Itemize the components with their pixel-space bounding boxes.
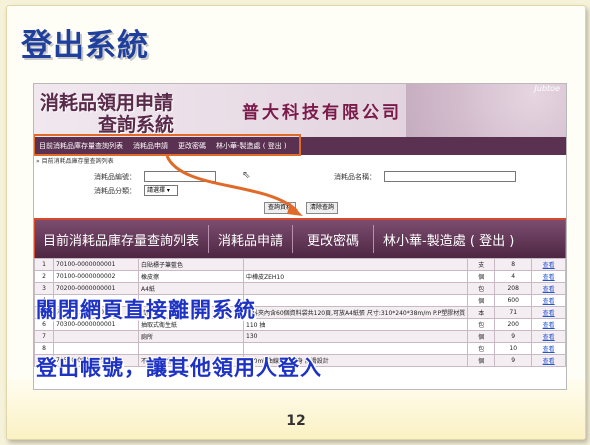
page-number: 12: [286, 413, 306, 429]
callout-arrow-icon: [165, 155, 303, 216]
slide: 登出系統 Jubtoe 消耗品領用申請 查詢系統 普大科技有限公司 目前消耗品庫…: [6, 5, 586, 440]
